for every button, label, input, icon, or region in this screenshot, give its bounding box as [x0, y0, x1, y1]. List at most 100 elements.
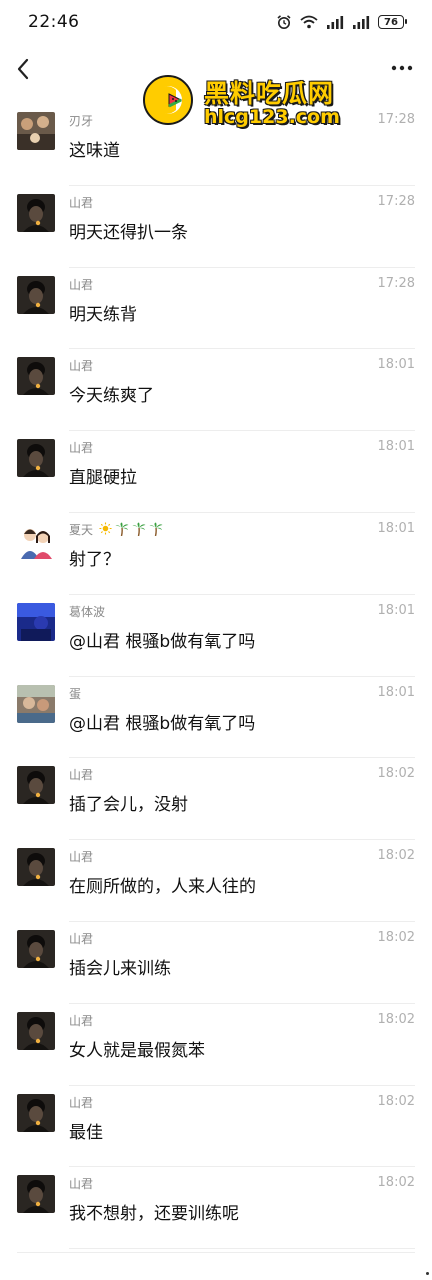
sender-name: 山君 [69, 357, 93, 374]
message-time: 17:28 [377, 112, 415, 127]
status-bar: 22:46 76 [0, 0, 432, 44]
message-text[interactable]: 射了？ [69, 545, 120, 570]
sender-name: 山君 [69, 766, 93, 783]
message-time: 18:02 [377, 929, 415, 945]
sender-name-text: 山君 [69, 1013, 94, 1028]
sender-name: 山君 [69, 1175, 93, 1192]
message-text[interactable]: 女人就是最假氮苯 [69, 1036, 205, 1061]
sender-name-text: 山君 [69, 850, 94, 865]
sender-name: 山君 [69, 930, 93, 947]
message-time: 18:02 [377, 1011, 415, 1027]
message-list[interactable]: 刃牙 17:28 这味道 山君 17:28 明天还得扒一条 山君 17:28 明… [0, 104, 432, 1250]
message-time: 18:01 [377, 602, 415, 618]
dark-avatar[interactable] [17, 1175, 55, 1214]
sender-name: 夏天 [69, 521, 163, 539]
message-text[interactable]: 直腿硬拉 [69, 463, 137, 488]
sender-name-text: 山君 [69, 441, 94, 456]
message-item[interactable]: 山君 17:28 明天还得扒一条 [0, 186, 432, 268]
sender-name-text: 山君 [69, 195, 94, 210]
message-text[interactable]: 明天练背 [69, 300, 137, 325]
message-item[interactable]: 山君 18:02 插了会儿，没射 [0, 758, 432, 841]
message-time: 18:01 [377, 357, 415, 373]
palm-tree-icon [132, 522, 146, 539]
back-button[interactable] [10, 54, 38, 84]
palm-tree-icon [149, 522, 163, 539]
dark-avatar[interactable] [17, 1093, 55, 1132]
message-time: 18:02 [377, 848, 415, 864]
message-time: 17:28 [377, 193, 415, 209]
message-item[interactable]: 山君 18:02 插会儿来训练 [0, 922, 432, 1004]
message-item[interactable]: 山君 17:28 明天练背 [0, 268, 432, 350]
sender-name-text: 葛体波 [69, 604, 106, 619]
sun-icon [99, 522, 112, 538]
message-time: 18:02 [377, 1093, 415, 1109]
sender-name: 山君 [69, 439, 93, 456]
scroll-indicator [426, 1272, 429, 1275]
photo-avatar-b[interactable] [17, 684, 55, 723]
message-item[interactable]: 夏天 18:01 射了？ [0, 513, 432, 595]
sender-name: 刃牙 [69, 112, 93, 129]
dark-avatar[interactable] [17, 766, 55, 805]
battery-icon: 76 [378, 15, 407, 29]
message-text[interactable]: @山君 根骚b做有氧了吗 [69, 627, 255, 652]
message-item[interactable]: 山君 18:01 今天练爽了 [0, 349, 432, 432]
more-options-button[interactable] [388, 56, 416, 80]
message-time: 18:02 [377, 1175, 415, 1191]
status-icons: 76 [276, 14, 407, 30]
message-item[interactable]: 山君 18:02 在厕所做的，人来人往的 [0, 840, 432, 922]
sender-name-text: 夏天 [69, 522, 94, 537]
sender-name-text: 山君 [69, 277, 94, 292]
message-text[interactable]: 最佳 [69, 1118, 103, 1143]
wifi-icon [300, 15, 318, 29]
dark-avatar[interactable] [17, 275, 55, 314]
sender-name: 蛋 [69, 685, 81, 702]
sender-name-text: 山君 [69, 931, 94, 946]
sender-name: 山君 [69, 194, 93, 211]
sender-name-text: 山君 [69, 359, 94, 374]
divider [69, 1248, 415, 1250]
dark-avatar[interactable] [17, 848, 55, 887]
message-item[interactable]: 山君 18:02 我不想射，还要训练呢 [0, 1167, 432, 1250]
dark-avatar[interactable] [17, 439, 55, 478]
alarm-icon [277, 15, 291, 29]
sender-name-text: 蛋 [69, 686, 82, 701]
sender-name: 山君 [69, 1094, 93, 1111]
message-text[interactable]: 我不想射，还要训练呢 [69, 1199, 239, 1224]
divider [17, 1252, 415, 1253]
cartoon-avatar[interactable] [17, 520, 55, 559]
chat-screen: 22:46 76 黑料吃瓜网 hlcg123.com 刃牙 17:28 这味道 … [0, 0, 432, 1280]
message-time: 18:02 [377, 766, 415, 782]
message-item[interactable]: 山君 18:01 直腿硬拉 [0, 431, 432, 513]
message-text[interactable]: 在厕所做的，人来人往的 [69, 872, 256, 897]
message-item[interactable]: 山君 18:02 女人就是最假氮苯 [0, 1004, 432, 1086]
message-item[interactable]: 刃牙 17:28 这味道 [0, 104, 432, 186]
sender-name: 山君 [69, 276, 93, 293]
message-text[interactable]: 插了会儿，没射 [69, 790, 188, 815]
blue-avatar[interactable] [17, 602, 55, 641]
message-text[interactable]: 插会儿来训练 [69, 954, 171, 979]
dark-avatar[interactable] [17, 1011, 55, 1050]
message-text[interactable]: 这味道 [69, 136, 120, 161]
photo-avatar-a[interactable] [17, 112, 55, 150]
message-text[interactable]: @山君 根骚b做有氧了吗 [69, 709, 255, 734]
dark-avatar[interactable] [17, 357, 55, 396]
message-time: 18:01 [377, 520, 415, 536]
message-item[interactable]: 蛋 18:01 @山君 根骚b做有氧了吗 [0, 677, 432, 759]
status-time: 22:46 [28, 12, 80, 32]
message-time: 18:01 [377, 684, 415, 700]
message-text[interactable]: 明天还得扒一条 [69, 218, 188, 243]
signal-icon [327, 16, 344, 29]
sender-name: 山君 [69, 848, 93, 865]
signal-icon [353, 16, 370, 29]
sender-name: 山君 [69, 1012, 93, 1029]
sender-name-text: 山君 [69, 1095, 94, 1110]
message-text[interactable]: 今天练爽了 [69, 381, 154, 406]
sender-name-text: 山君 [69, 1177, 94, 1192]
message-item[interactable]: 山君 18:02 最佳 [0, 1086, 432, 1168]
message-time: 18:01 [377, 439, 415, 455]
name-emoji-row [99, 522, 163, 539]
dark-avatar[interactable] [17, 193, 55, 232]
dark-avatar[interactable] [17, 929, 55, 968]
sender-name-text: 山君 [69, 768, 94, 783]
message-item[interactable]: 葛体波 18:01 @山君 根骚b做有氧了吗 [0, 595, 432, 677]
